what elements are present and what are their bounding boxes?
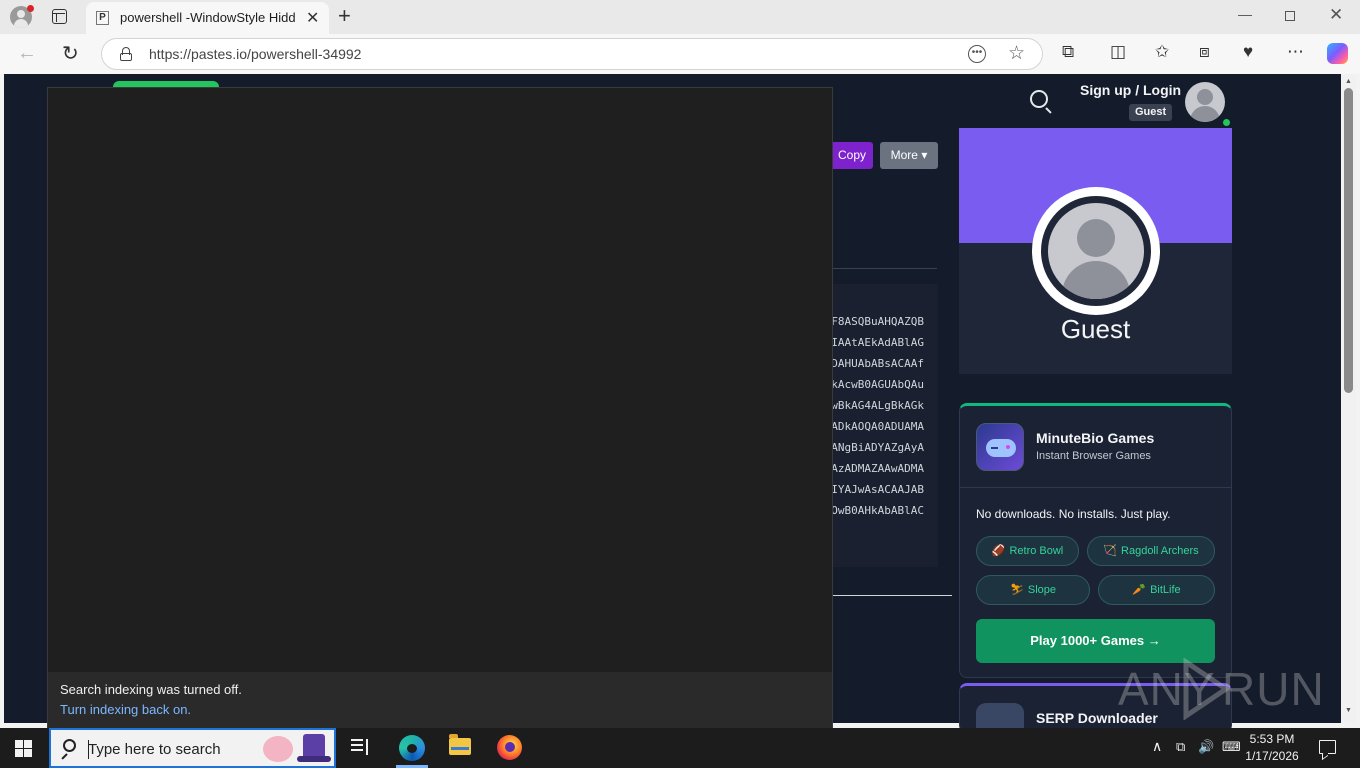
- game-chip-slope[interactable]: ⛷ Slope: [976, 575, 1090, 605]
- more-button[interactable]: More ▾: [880, 142, 938, 169]
- code-panel: F8ASQBuAHQAZQB IAAtAEkAdABlAG DAHUAbABsACA…: [832, 284, 938, 567]
- profile-name: Guest: [1060, 314, 1131, 344]
- signup-login-link[interactable]: Sign up / Login: [1080, 82, 1181, 98]
- divider: [832, 268, 937, 269]
- browser-tab[interactable]: P powershell -WindowStyle Hidden ✕: [86, 2, 329, 34]
- code-line: DAHUAbABsACAAf: [832, 357, 924, 370]
- watermark-right: RUN: [1222, 663, 1325, 715]
- search-placeholder[interactable]: Type here to search: [88, 741, 221, 758]
- tab-favicon-icon: P: [96, 11, 109, 25]
- chevron-up-icon[interactable]: ∧: [1152, 738, 1162, 755]
- carrot-icon: 🥕: [1132, 584, 1147, 596]
- indexing-message: Search indexing was turned off.: [60, 682, 242, 697]
- code-line: wBkAG4ALgBkAGk: [832, 399, 924, 412]
- divider: [832, 595, 952, 596]
- reload-icon[interactable]: ↻: [62, 41, 79, 66]
- more-icon[interactable]: ⋯: [1287, 42, 1304, 62]
- task-view-icon[interactable]: [351, 739, 369, 755]
- reader-icon[interactable]: •••: [968, 45, 986, 63]
- search-icon[interactable]: [1030, 90, 1048, 108]
- tabs-icon[interactable]: [52, 9, 67, 24]
- code-line: OwB0AHkAbABlAC: [832, 504, 924, 517]
- profile-avatar: [1032, 187, 1160, 315]
- code-line: AzADMAZAAwADMA: [832, 462, 924, 475]
- windows-start-icon[interactable]: [15, 740, 32, 757]
- taskbar-search-box[interactable]: Type here to search: [49, 728, 336, 768]
- favorites-icon[interactable]: ✩: [1155, 42, 1169, 62]
- edge-icon[interactable]: [399, 735, 425, 761]
- turn-indexing-on-link[interactable]: Turn indexing back on.: [60, 702, 191, 717]
- ski-icon: ⛷: [1009, 584, 1024, 596]
- page-scrollbar[interactable]: ▲ ▼: [1341, 74, 1356, 723]
- game-chip-ragdoll-archers[interactable]: 🏹 Ragdoll Archers: [1087, 536, 1215, 566]
- windows-search-flyout: Search indexing was turned off. Turn ind…: [47, 87, 833, 728]
- guest-badge: Guest: [1129, 104, 1173, 121]
- new-tab-plus-icon[interactable]: +: [338, 3, 351, 29]
- back-icon[interactable]: ←: [17, 42, 37, 65]
- gamepad-icon: [976, 423, 1024, 471]
- games-subtitle: Instant Browser Games: [1036, 450, 1151, 462]
- play-games-button[interactable]: Play 1000+ Games →: [976, 619, 1215, 663]
- bow-icon: 🏹: [1103, 545, 1118, 557]
- address-bar[interactable]: https://pastes.io/powershell-34992 ••• ☆: [101, 38, 1043, 70]
- clock-time[interactable]: 5:53 PM: [1240, 732, 1304, 746]
- search-highlight-art-icon[interactable]: [259, 732, 333, 766]
- split-icon[interactable]: ◫: [1110, 42, 1126, 62]
- firefox-icon[interactable]: [497, 735, 522, 760]
- flyout-footer: Search indexing was turned off. Turn ind…: [48, 672, 832, 728]
- volume-icon[interactable]: 🔊: [1198, 739, 1214, 755]
- code-line: kAcwB0AGUAbQAu: [832, 378, 924, 391]
- profile-notification-dot: [27, 5, 34, 12]
- collections-icon[interactable]: ⧈: [1199, 42, 1210, 62]
- network-icon[interactable]: ⧉: [1176, 739, 1185, 755]
- game-chip-retro-bowl[interactable]: 🏈 Retro Bowl: [976, 536, 1079, 566]
- file-explorer-icon[interactable]: [449, 734, 471, 755]
- copilot-icon[interactable]: [1327, 43, 1348, 64]
- search-icon: [63, 739, 76, 752]
- extensions-icon[interactable]: ⧉: [1062, 42, 1074, 62]
- tab-title: powershell -WindowStyle Hidden: [120, 10, 296, 25]
- avatar[interactable]: [1185, 82, 1225, 122]
- profile-card: Guest: [959, 128, 1232, 374]
- star-icon[interactable]: ☆: [1008, 42, 1025, 65]
- notification-icon[interactable]: [1319, 740, 1336, 754]
- games-title[interactable]: MinuteBio Games: [1036, 430, 1154, 446]
- code-line: F8ASQBuAHQAZQB: [832, 315, 924, 328]
- code-line: IAAtAEkAdABlAG: [832, 336, 924, 349]
- football-icon: 🏈: [991, 545, 1006, 557]
- performance-icon[interactable]: ♥: [1243, 42, 1253, 62]
- game-chip-label: Slope: [1027, 584, 1057, 596]
- scroll-down-icon[interactable]: ▼: [1345, 707, 1352, 714]
- copy-button[interactable]: Copy: [831, 142, 873, 169]
- text-caret: [88, 740, 89, 759]
- taskbar: Type here to search ∧ ⧉ 🔊 ⌨ 5:53 PM 1/17…: [0, 728, 1360, 768]
- games-card: MinuteBio Games Instant Browser Games No…: [959, 403, 1232, 678]
- browser-tab-bar: P powershell -WindowStyle Hidden ✕ + — ✕: [0, 0, 1360, 34]
- game-chip-label: Ragdoll Archers: [1121, 545, 1199, 557]
- divider: [960, 487, 1231, 488]
- game-chip-label: Retro Bowl: [1009, 545, 1064, 557]
- game-chip-label: BitLife: [1150, 584, 1181, 596]
- minimize-icon[interactable]: —: [1238, 6, 1252, 22]
- games-description: No downloads. No installs. Just play.: [976, 507, 1171, 521]
- url-text[interactable]: https://pastes.io/powershell-34992: [149, 46, 361, 62]
- code-line: ADkAOQA0ADUAMA: [832, 420, 924, 433]
- online-status-dot: [1221, 117, 1232, 128]
- code-line: ANgBiADYAZgAyA: [832, 441, 924, 454]
- maximize-icon[interactable]: [1285, 11, 1295, 21]
- code-line: IYAJwAsACAAJAB: [832, 483, 924, 496]
- game-chip-bitlife[interactable]: 🥕 BitLife: [1098, 575, 1215, 605]
- scroll-thumb[interactable]: [1344, 88, 1353, 393]
- scroll-up-icon[interactable]: ▲: [1345, 78, 1352, 85]
- keyboard-icon[interactable]: ⌨: [1222, 739, 1241, 755]
- anyrun-watermark: ANY RUN: [1118, 658, 1324, 720]
- tab-close-icon[interactable]: ✕: [306, 8, 319, 28]
- window-close-icon[interactable]: ✕: [1329, 5, 1343, 25]
- clock-date[interactable]: 1/17/2026: [1240, 749, 1304, 763]
- lock-icon[interactable]: [120, 47, 132, 61]
